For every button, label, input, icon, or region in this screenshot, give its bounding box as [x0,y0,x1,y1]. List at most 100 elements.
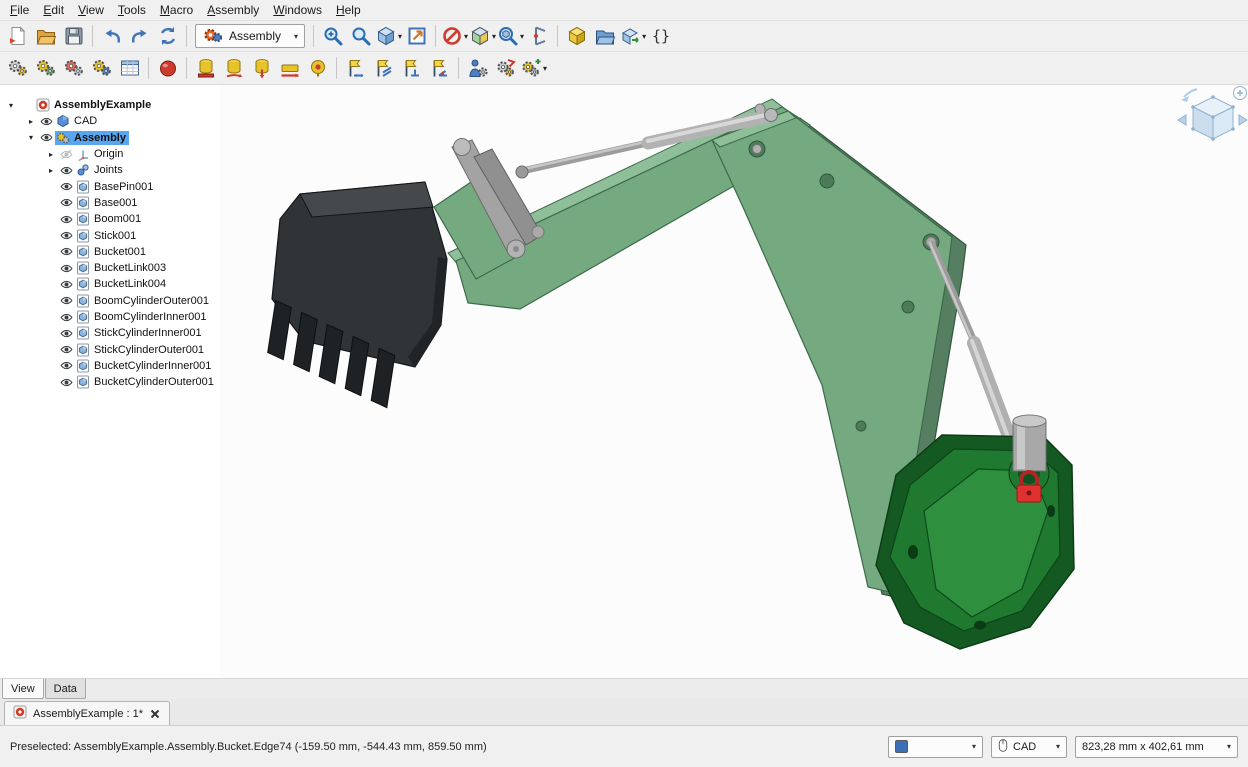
link-navigate-button[interactable] [403,23,430,49]
tree-item-boomcylinderouter001[interactable]: BoomCylinderOuter001 [0,293,220,309]
cylindrical-joint-button[interactable] [248,55,275,81]
tree-item-joints[interactable]: ▸Joints [0,162,220,178]
create-assembly-button[interactable] [4,55,31,81]
export-button[interactable]: ▾ [619,23,646,49]
toggle-grounded-button[interactable] [464,55,491,81]
parallel-joint-button[interactable] [370,55,397,81]
menu-tools[interactable]: Tools [111,2,153,18]
expander-icon[interactable]: ▸ [44,166,58,175]
tree-item-bucketlink004[interactable]: BucketLink004 [0,276,220,292]
part-bucket[interactable] [268,182,447,408]
menu-macro[interactable]: Macro [153,2,200,18]
zoom-tools-button[interactable]: ▾ [497,23,524,49]
menu-help[interactable]: Help [329,2,368,18]
navigation-cube[interactable] [1178,87,1247,141]
tree-item-boom001[interactable]: Boom001 [0,211,220,227]
standard-views-button[interactable]: ▾ [375,23,402,49]
visibility-eye-icon[interactable] [58,327,75,340]
menu-edit[interactable]: Edit [36,2,71,18]
tab-view[interactable]: View [2,679,44,699]
visibility-eye-icon[interactable] [58,294,75,307]
document-tab[interactable]: AssemblyExample : 1* [4,701,170,725]
tree-item-origin[interactable]: ▸Origin [0,146,220,162]
tree-item-cad[interactable]: ▸CAD [0,113,220,129]
menu-assembly[interactable]: Assembly [200,2,266,18]
visibility-eye-icon[interactable] [58,245,75,258]
tree-item-stickcylinderouter001[interactable]: StickCylinderOuter001 [0,341,220,357]
fit-selection-button[interactable] [347,23,374,49]
clipping-plane-button[interactable] [525,23,552,49]
visibility-eye-icon[interactable] [58,196,75,209]
visibility-eye-icon[interactable] [58,213,75,226]
assembly-tools-button[interactable]: ▾ [520,55,547,81]
menu-view[interactable]: View [71,2,111,18]
model-tree: ▾AssemblyExample▸CAD▾Assembly▸Origin▸Joi… [0,85,220,678]
visibility-eye-icon[interactable] [58,376,75,389]
ball-joint-button[interactable] [304,55,331,81]
refresh-button[interactable] [154,23,181,49]
visibility-eye-icon[interactable] [58,180,75,193]
fit-all-button[interactable] [319,23,346,49]
tree-item-base001[interactable]: Base001 [0,195,220,211]
workbench-selector[interactable]: Assembly▾ [195,24,305,48]
redo-button[interactable] [126,23,153,49]
visibility-eye-icon[interactable] [58,343,75,356]
tree-item-stick001[interactable]: Stick001 [0,227,220,243]
tree-item-bucketcylinderouter001[interactable]: BucketCylinderOuter001 [0,374,220,390]
visibility-eye-icon[interactable] [58,278,75,291]
menu-windows[interactable]: Windows [266,2,329,18]
part-icon [75,294,91,308]
visibility-eye-icon[interactable] [38,131,55,144]
distance-joint-button[interactable] [342,55,369,81]
draw-style-button[interactable]: ▾ [441,23,468,49]
visibility-eye-icon[interactable] [58,311,75,324]
open-document-button[interactable] [32,23,59,49]
expander-icon[interactable]: ▾ [4,101,18,110]
visibility-eye-icon[interactable] [58,229,75,242]
visibility-eye-icon[interactable] [38,115,55,128]
edit-joints-button[interactable] [492,55,519,81]
perpendicular-joint-button[interactable] [398,55,425,81]
tree-item-bucketcylinderinner001[interactable]: BucketCylinderInner001 [0,358,220,374]
expander-icon[interactable]: ▸ [44,150,58,159]
tree-item-assemblyexample[interactable]: ▾AssemblyExample [0,97,220,113]
assembly-3d-scene[interactable] [220,85,1248,678]
slider-joint-button[interactable] [276,55,303,81]
tab-data[interactable]: Data [45,679,86,699]
solve-assembly-button[interactable] [60,55,87,81]
save-document-button[interactable] [60,23,87,49]
visibility-eye-icon[interactable] [58,262,75,275]
part-base-pin[interactable] [1009,415,1049,493]
tree-item-bucketlink003[interactable]: BucketLink003 [0,260,220,276]
appearance-button[interactable] [563,23,590,49]
insert-component-button[interactable] [32,55,59,81]
tree-item-label: BasePin001 [91,180,156,194]
tree-item-basepin001[interactable]: BasePin001 [0,178,220,194]
visibility-eye-icon[interactable] [58,359,75,372]
exploded-view-button[interactable] [88,55,115,81]
fixed-joint-button[interactable] [192,55,219,81]
3d-viewport[interactable] [220,85,1248,678]
visibility-eye-icon[interactable] [58,164,75,177]
group-button[interactable] [591,23,618,49]
angle-joint-button[interactable] [426,55,453,81]
insert-part-button[interactable] [154,55,181,81]
undo-button[interactable] [98,23,125,49]
dimension-combo[interactable]: 823,28 mm x 402,61 mm ▾ [1075,736,1238,758]
style-combo[interactable]: ▾ [888,736,983,758]
tree-item-assembly[interactable]: ▾Assembly [0,130,220,146]
navigation-style-combo[interactable]: CAD ▾ [991,736,1067,758]
visibility-eye-icon[interactable] [58,148,75,161]
menu-file[interactable]: File [3,2,36,18]
revolute-joint-button[interactable] [220,55,247,81]
tree-item-bucket001[interactable]: Bucket001 [0,244,220,260]
bill-of-materials-button[interactable] [116,55,143,81]
tree-item-stickcylinderinner001[interactable]: StickCylinderInner001 [0,325,220,341]
expander-icon[interactable]: ▸ [24,117,38,126]
close-document-icon[interactable] [149,708,161,720]
tree-item-boomcylinderinner001[interactable]: BoomCylinderInner001 [0,309,220,325]
selection-style-button[interactable]: ▾ [469,23,496,49]
expression-button[interactable]: {} [647,23,674,49]
new-document-button[interactable] [4,23,31,49]
expander-icon[interactable]: ▾ [24,133,38,142]
